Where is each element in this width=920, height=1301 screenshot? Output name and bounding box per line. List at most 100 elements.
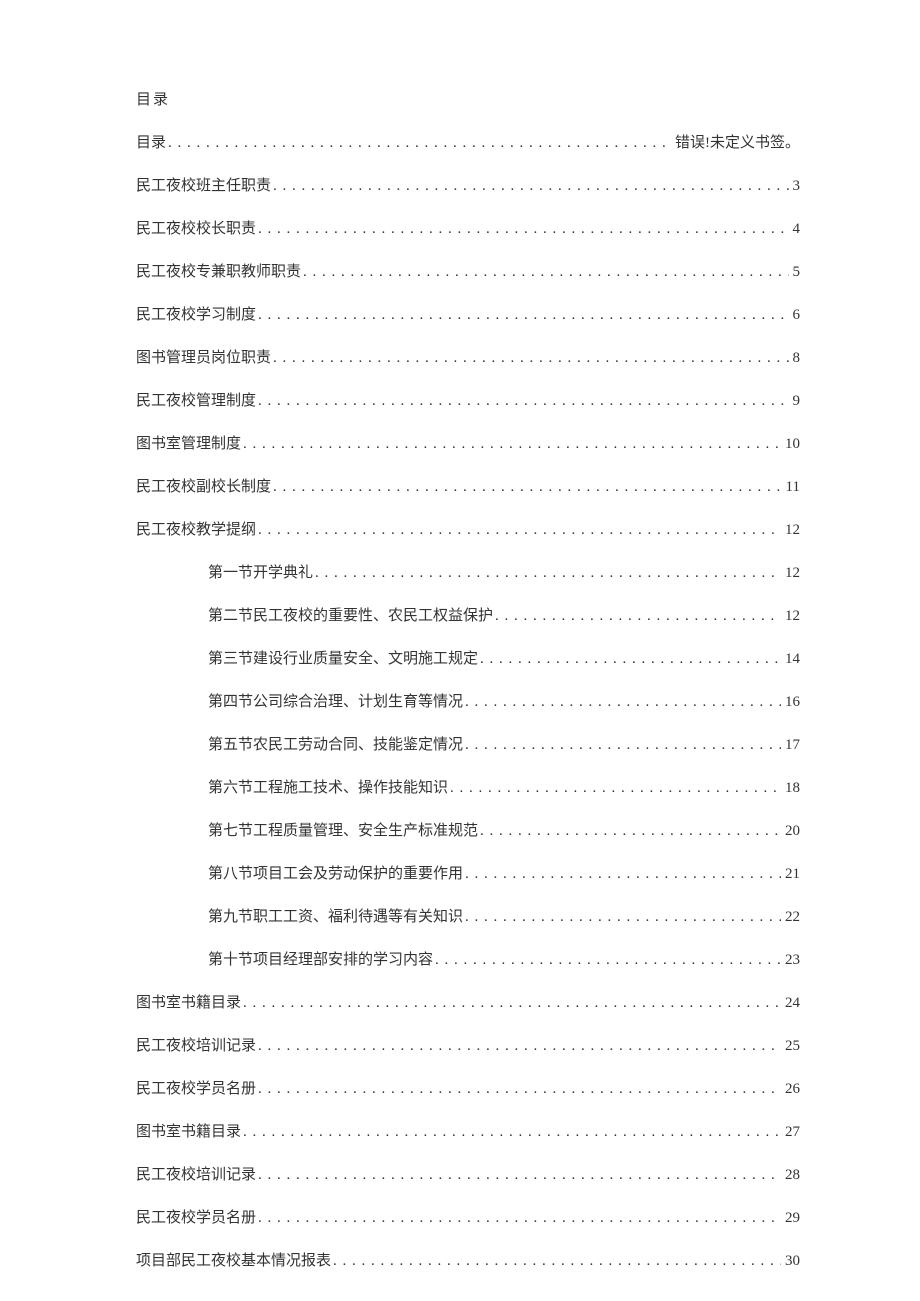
toc-entry-label: 民工夜校教学提纲: [136, 518, 256, 539]
toc-entry: 民工夜校班主任职责 3: [136, 174, 800, 195]
toc-entry-page: 14: [783, 651, 800, 668]
toc-leader-dots: [465, 909, 781, 926]
toc-leader-dots: [273, 178, 788, 195]
toc-entry: 民工夜校校长职责 4: [136, 217, 800, 238]
toc-entry-label: 第三节建设行业质量安全、文明施工规定: [208, 647, 478, 668]
toc-entry-label: 第二节民工夜校的重要性、农民工权益保护: [208, 604, 493, 625]
toc-entry-label: 民工夜校培训记录: [136, 1034, 256, 1055]
toc-entry-label: 民工夜校培训记录: [136, 1163, 256, 1184]
toc-entry-page: 错误!未定义书签。: [673, 131, 800, 152]
toc-entry-page: 6: [791, 307, 801, 324]
toc-leader-dots: [450, 780, 781, 797]
toc-leader-dots: [465, 737, 781, 754]
toc-entry-page: 12: [783, 522, 800, 539]
toc-leader-dots: [480, 823, 781, 840]
toc-entry-label: 第六节工程施工技术、操作技能知识: [208, 776, 448, 797]
toc-entry-page: 26: [783, 1081, 800, 1098]
toc-leader-dots: [243, 436, 781, 453]
toc-leader-dots: [435, 952, 781, 969]
toc-entry: 第一节开学典礼 12: [136, 561, 800, 582]
toc-entry-label: 民工夜校班主任职责: [136, 174, 271, 195]
toc-entry-label: 第九节职工工资、福利待遇等有关知识: [208, 905, 463, 926]
toc-entry: 第二节民工夜校的重要性、农民工权益保护 12: [136, 604, 800, 625]
toc-entry-page: 16: [783, 694, 800, 711]
toc-entry-page: 8: [791, 350, 801, 367]
toc-entry: 民工夜校学员名册29: [136, 1206, 800, 1227]
toc-leader-dots: [465, 694, 781, 711]
toc-leader-dots: [333, 1253, 781, 1270]
toc-leader-dots: [258, 1167, 781, 1184]
toc-entry-label: 图书室书籍目录: [136, 991, 241, 1012]
toc-entry: 民工夜校学习制度 6: [136, 303, 800, 324]
toc-entry: 民工夜校学员名册 26: [136, 1077, 800, 1098]
toc-leader-dots: [258, 1081, 781, 1098]
toc-entry-label: 第七节工程质量管理、安全生产标准规范: [208, 819, 478, 840]
toc-entry-label: 项目部民工夜校基本情况报表: [136, 1249, 331, 1270]
toc-leader-dots: [258, 1038, 781, 1055]
toc-entry-page: 29: [783, 1210, 800, 1227]
toc-entry: 项目部民工夜校基本情况报表30: [136, 1249, 800, 1270]
toc-leader-dots: [258, 393, 788, 410]
table-of-contents: 目录 错误!未定义书签。民工夜校班主任职责 3 民工夜校校长职责 4 民工夜校专兼职教师职…: [136, 131, 800, 1270]
toc-leader-dots: [243, 1124, 781, 1141]
toc-entry-label: 图书室管理制度: [136, 432, 241, 453]
toc-entry-label: 第四节公司综合治理、计划生育等情况: [208, 690, 463, 711]
toc-entry-label: 民工夜校校长职责: [136, 217, 256, 238]
toc-leader-dots: [315, 565, 781, 582]
toc-entry: 民工夜校培训记录 28: [136, 1163, 800, 1184]
toc-entry: 第七节工程质量管理、安全生产标准规范 20: [136, 819, 800, 840]
toc-entry-label: 民工夜校副校长制度: [136, 475, 271, 496]
toc-leader-dots: [480, 651, 781, 668]
toc-entry-page: 28: [783, 1167, 800, 1184]
toc-entry-label: 第五节农民工劳动合同、技能鉴定情况: [208, 733, 463, 754]
toc-entry: 民工夜校培训记录 25: [136, 1034, 800, 1055]
toc-entry-page: 23: [783, 952, 800, 969]
toc-entry: 图书室书籍目录24: [136, 991, 800, 1012]
toc-entry: 图书室书籍目录27: [136, 1120, 800, 1141]
toc-leader-dots: [258, 307, 788, 324]
toc-entry-page: 5: [791, 264, 801, 281]
toc-entry: 民工夜校副校长制度 11: [136, 475, 800, 496]
toc-entry: 第九节职工工资、福利待遇等有关知识22: [136, 905, 800, 926]
toc-entry: 图书管理员岗位职责 8: [136, 346, 800, 367]
toc-entry: 第四节公司综合治理、计划生育等情况 16: [136, 690, 800, 711]
toc-entry-page: 9: [791, 393, 801, 410]
toc-leader-dots: [258, 1210, 781, 1227]
toc-entry-page: 25: [783, 1038, 800, 1055]
toc-leader-dots: [168, 135, 671, 152]
toc-leader-dots: [465, 866, 781, 883]
toc-leader-dots: [273, 479, 782, 496]
toc-heading: 目录: [136, 88, 800, 109]
toc-entry: 第三节建设行业质量安全、文明施工规定 14: [136, 647, 800, 668]
toc-entry-label: 图书管理员岗位职责: [136, 346, 271, 367]
toc-entry-page: 11: [784, 479, 800, 496]
toc-entry: 图书室管理制度10: [136, 432, 800, 453]
toc-entry: 民工夜校教学提纲 12: [136, 518, 800, 539]
toc-leader-dots: [273, 350, 788, 367]
toc-entry: 目录 错误!未定义书签。: [136, 131, 800, 152]
toc-leader-dots: [495, 608, 781, 625]
toc-entry-label: 第十节项目经理部安排的学习内容: [208, 948, 433, 969]
toc-entry-page: 18: [783, 780, 800, 797]
toc-entry-page: 12: [783, 608, 800, 625]
toc-entry-label: 民工夜校专兼职教师职责: [136, 260, 301, 281]
toc-entry-page: 3: [791, 178, 801, 195]
toc-leader-dots: [258, 221, 788, 238]
toc-entry: 第五节农民工劳动合同、技能鉴定情况17: [136, 733, 800, 754]
toc-entry: 民工夜校管理制度 9: [136, 389, 800, 410]
toc-entry: 民工夜校专兼职教师职责 5: [136, 260, 800, 281]
toc-entry-page: 12: [783, 565, 800, 582]
toc-entry-page: 21: [783, 866, 800, 883]
toc-entry-label: 民工夜校学习制度: [136, 303, 256, 324]
toc-leader-dots: [258, 522, 781, 539]
toc-entry-page: 4: [791, 221, 801, 238]
toc-entry: 第八节项目工会及劳动保护的重要作用 21: [136, 862, 800, 883]
toc-entry: 第六节工程施工技术、操作技能知识 18: [136, 776, 800, 797]
toc-entry-page: 20: [783, 823, 800, 840]
toc-entry-label: 图书室书籍目录: [136, 1120, 241, 1141]
toc-entry-label: 第八节项目工会及劳动保护的重要作用: [208, 862, 463, 883]
toc-entry-label: 民工夜校学员名册: [136, 1077, 256, 1098]
toc-entry-label: 民工夜校管理制度: [136, 389, 256, 410]
toc-entry-label: 第一节开学典礼: [208, 561, 313, 582]
toc-entry-label: 目录: [136, 131, 166, 152]
